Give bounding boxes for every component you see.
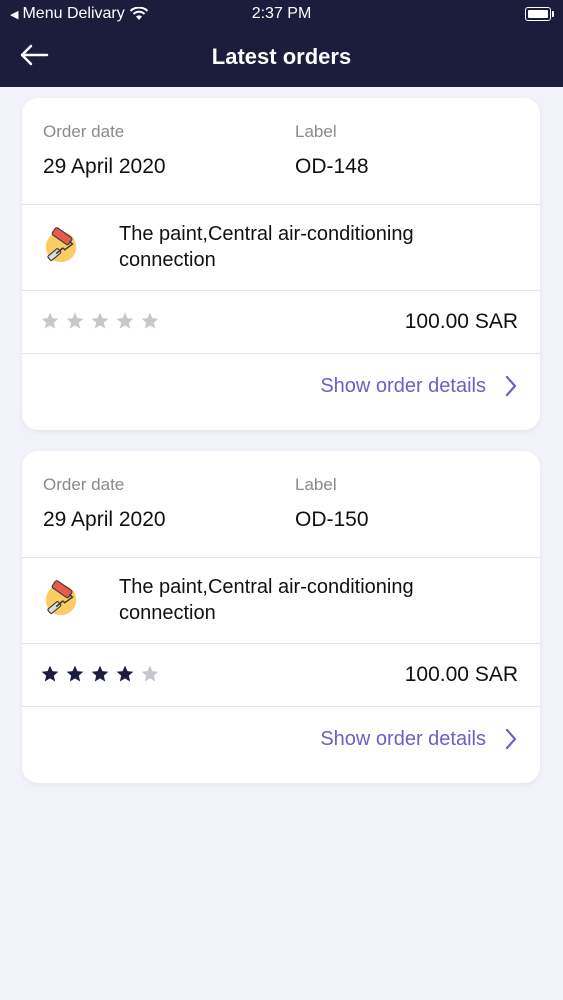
order-card: Order date Label 29 April 2020 OD-148 Th… [22, 98, 540, 430]
order-label-label: Label [295, 475, 337, 494]
order-price: 100.00 SAR [404, 310, 518, 333]
paint-roller-icon [45, 580, 77, 616]
status-bar: ◀ Menu Delivary 2:37 PM [0, 0, 563, 28]
star-filled-icon [91, 665, 109, 682]
order-rating-section: 100.00 SAR [22, 644, 540, 707]
paint-roller-icon [45, 227, 77, 263]
order-date-value: 29 April 2020 [43, 155, 166, 178]
battery-icon [525, 7, 554, 21]
header-bar: ◀ Menu Delivary 2:37 PM Latest orders [0, 0, 563, 87]
order-info-section: Order date Label 29 April 2020 OD-150 [22, 451, 540, 558]
order-label-value: OD-150 [295, 508, 369, 531]
star-empty-icon [116, 312, 134, 329]
order-label-value: OD-148 [295, 155, 369, 178]
star-empty-icon [41, 312, 59, 329]
order-date-label: Order date [43, 475, 125, 494]
star-empty-icon [91, 312, 109, 329]
order-actions-section: Show order details [22, 707, 540, 783]
order-label-label: Label [295, 122, 337, 141]
order-service-section: The paint,Central air-conditioning conne… [22, 558, 540, 644]
chevron-right-icon [505, 375, 517, 397]
chevron-right-icon [505, 728, 517, 750]
service-name: The paint,Central air-conditioning conne… [119, 223, 414, 271]
order-date-label: Order date [43, 122, 125, 141]
star-filled-icon [116, 665, 134, 682]
star-empty-icon [66, 312, 84, 329]
rating-stars [40, 664, 160, 684]
star-filled-icon [41, 665, 59, 682]
page-title: Latest orders [211, 44, 352, 69]
order-rating-section: 100.00 SAR [22, 291, 540, 354]
rating-stars [40, 311, 160, 331]
order-service-section: The paint,Central air-conditioning conne… [22, 205, 540, 291]
order-actions-section: Show order details [22, 354, 540, 430]
star-empty-icon [141, 665, 159, 682]
star-filled-icon [66, 665, 84, 682]
order-price: 100.00 SAR [404, 663, 518, 686]
status-time: 2:37 PM [251, 5, 312, 22]
order-date-value: 29 April 2020 [43, 508, 166, 531]
order-info-section: Order date Label 29 April 2020 OD-148 [22, 98, 540, 205]
show-order-details-button[interactable]: Show order details [320, 727, 518, 751]
show-order-details-button[interactable]: Show order details [320, 374, 518, 398]
star-empty-icon [141, 312, 159, 329]
order-card: Order date Label 29 April 2020 OD-150 Th… [22, 451, 540, 783]
show-order-details-label: Show order details [320, 727, 486, 750]
show-order-details-label: Show order details [320, 374, 486, 397]
service-name: The paint,Central air-conditioning conne… [119, 576, 414, 624]
